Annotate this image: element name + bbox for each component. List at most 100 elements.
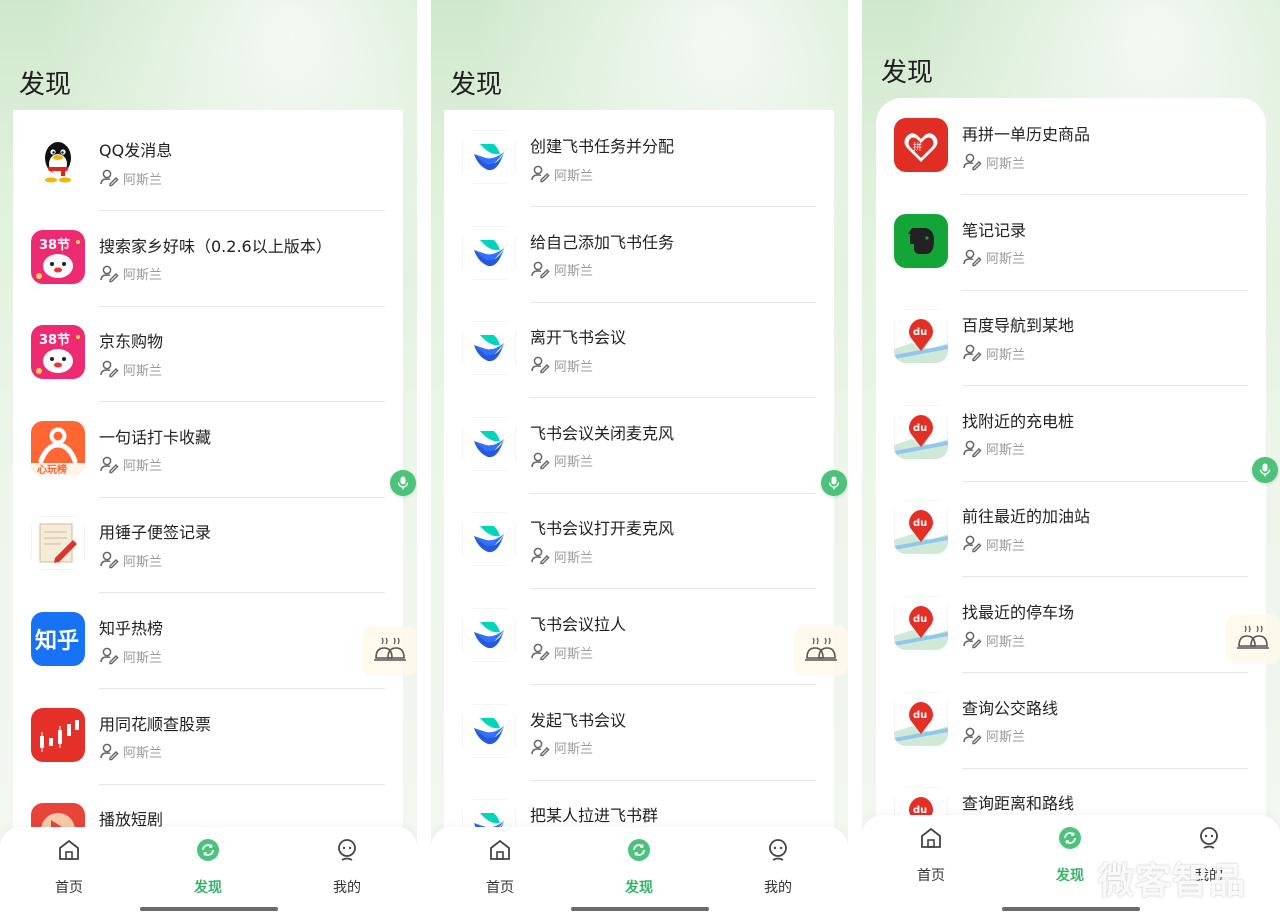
- list-item[interactable]: 离开飞书会议 阿斯兰: [444, 311, 834, 406]
- item-title: 搜索家乡好味（0.2.6以上版本）: [99, 236, 332, 256]
- list-item[interactable]: 给自己添加飞书任务 阿斯兰: [444, 216, 834, 311]
- author-name: 阿斯兰: [986, 156, 1026, 172]
- shortcut-list[interactable]: QQ发消息 阿斯兰 38节 搜索家乡好味（0.2.6以上版本） 阿斯兰 38节 京东购物 阿斯…: [13, 110, 403, 830]
- list-item[interactable]: 心玩榜 一句话打卡收藏 阿斯兰: [13, 411, 403, 506]
- item-author: 阿斯兰: [99, 646, 162, 666]
- list-item[interactable]: 38节 京东购物 阿斯兰: [13, 315, 403, 410]
- list-item[interactable]: 飞书会议拉人阿斯兰: [444, 598, 834, 693]
- tab-profile[interactable]: 我的: [302, 837, 392, 907]
- item-title: 创建飞书任务并分配: [530, 137, 675, 156]
- item-title: 找最近的停车场: [962, 603, 1075, 622]
- list-item[interactable]: QQ发消息 阿斯兰: [13, 124, 403, 219]
- list-item[interactable]: du 百度导航到某地 阿斯兰: [876, 299, 1266, 394]
- home-icon: [56, 837, 82, 863]
- author-name: 阿斯兰: [554, 168, 594, 184]
- list-item[interactable]: du 找最近的停车场 阿斯兰: [876, 586, 1266, 681]
- author-edit-icon: [99, 646, 119, 666]
- item-author: 阿斯兰: [530, 164, 593, 184]
- baidu-map-icon: du: [894, 404, 948, 459]
- voice-input-button[interactable]: [1252, 457, 1278, 483]
- item-title: 知乎热榜: [99, 619, 164, 638]
- microphone-icon: [828, 476, 840, 490]
- svg-text:du: du: [913, 710, 927, 721]
- item-title: 一句话打卡收藏: [99, 427, 212, 447]
- baidu-map-icon: du: [894, 500, 948, 555]
- item-title: 飞书会议拉人: [530, 615, 627, 634]
- assistant-float-button[interactable]: [1226, 614, 1280, 664]
- divider: [530, 492, 816, 494]
- tab-profile[interactable]: 我的: [733, 837, 823, 907]
- divider: [530, 206, 816, 207]
- feishu-icon: [462, 416, 516, 471]
- item-author: 阿斯兰: [530, 451, 593, 471]
- list-item[interactable]: du 找附近的充电桩 阿斯兰: [876, 395, 1266, 490]
- item-author: 阿斯兰: [962, 343, 1025, 363]
- author-name: 阿斯兰: [554, 550, 594, 566]
- assistant-float-button[interactable]: [363, 626, 417, 676]
- list-item[interactable]: 发起飞书会议 阿斯兰: [444, 694, 834, 789]
- steamed-bun-icon: [1237, 625, 1269, 649]
- list-item[interactable]: 创建飞书任务并分配阿斯兰: [444, 120, 834, 215]
- feishu-icon: [462, 321, 516, 376]
- author-name: 阿斯兰: [986, 443, 1026, 459]
- baidu-map-icon: du: [894, 309, 948, 364]
- author-edit-icon: [99, 455, 119, 475]
- assistant-float-button[interactable]: [794, 626, 848, 676]
- item-author: 阿斯兰: [530, 260, 593, 280]
- author-name: 阿斯兰: [554, 359, 594, 375]
- author-edit-icon: [962, 343, 982, 363]
- author-edit-icon: [530, 355, 550, 375]
- list-item[interactable]: 用锤子便签记录 阿斯兰: [13, 506, 403, 601]
- author-edit-icon: [99, 550, 119, 570]
- tab-discover[interactable]: 发现: [163, 837, 253, 907]
- divider: [962, 194, 1248, 195]
- item-author: 阿斯兰: [99, 550, 162, 570]
- tonghuashun-icon: [31, 707, 85, 762]
- svg-text:拼: 拼: [913, 141, 922, 153]
- voice-input-button[interactable]: [821, 470, 847, 496]
- smartisan-notes-icon: [31, 516, 85, 571]
- author-name: 阿斯兰: [986, 538, 1026, 554]
- tab-label: 发现: [625, 880, 653, 896]
- svg-text:心玩榜: 心玩榜: [37, 463, 67, 475]
- dianping-icon: 心玩榜: [31, 420, 85, 475]
- item-title: 给自己添加飞书任务: [530, 232, 675, 252]
- tab-label: 我的: [764, 880, 792, 896]
- item-title: 京东购物: [99, 332, 164, 352]
- list-item[interactable]: 飞书会议关闭麦克风 阿斯兰: [444, 407, 834, 502]
- list-item[interactable]: 用同花顺查股票 阿斯兰: [13, 698, 403, 793]
- list-item[interactable]: 笔记记录 阿斯兰: [876, 204, 1266, 299]
- list-item[interactable]: 拼 再拼一单历史商品 阿斯兰: [876, 108, 1266, 203]
- item-author: 阿斯兰: [530, 642, 593, 662]
- author-edit-icon: [962, 439, 982, 459]
- divider: [962, 672, 1248, 673]
- tab-home[interactable]: 首页: [455, 837, 545, 907]
- author-name: 阿斯兰: [554, 455, 594, 471]
- shortcut-list[interactable]: 创建飞书任务并分配 阿斯兰 给自己添加飞书任务 阿斯兰 离开飞书会议 阿斯兰 飞书会议关闭麦…: [444, 110, 834, 830]
- tab-home[interactable]: 首页: [886, 825, 976, 895]
- divider: [99, 688, 385, 689]
- feishu-icon: [462, 130, 516, 184]
- voice-input-button[interactable]: [390, 470, 416, 496]
- profile-icon: [1196, 825, 1222, 851]
- list-item[interactable]: 38节 搜索家乡好味（0.2.6以上版本） 阿斯兰: [13, 220, 403, 315]
- author-name: 阿斯兰: [986, 730, 1026, 746]
- list-item[interactable]: 知乎 知乎热榜 阿斯兰: [13, 602, 403, 697]
- item-author: 阿斯兰: [530, 355, 593, 375]
- item-title: 查询公交路线: [962, 698, 1059, 718]
- list-item[interactable]: du 前往最近的加油站 阿斯兰: [876, 490, 1266, 585]
- tab-discover[interactable]: 发现: [594, 837, 684, 907]
- list-item[interactable]: 播放短剧: [13, 793, 403, 830]
- item-title: 发起飞书会议: [530, 710, 627, 730]
- list-item[interactable]: 飞书会议打开麦克风 阿斯兰: [444, 502, 834, 597]
- tab-home[interactable]: 首页: [24, 837, 114, 907]
- list-item[interactable]: 把某人拉进飞书群阿斯兰: [444, 789, 834, 830]
- list-item[interactable]: du 查询公交路线阿斯兰: [876, 682, 1266, 777]
- author-name: 阿斯兰: [554, 646, 594, 662]
- item-title: 把某人拉进飞书群: [530, 806, 659, 826]
- microphone-icon: [1259, 463, 1271, 477]
- bottom-tab-bar: 首页 发现 我的: [431, 827, 848, 919]
- item-author: 阿斯兰: [99, 742, 162, 762]
- discover-screen-1: 发现 QQ发消息 阿斯兰 38节 搜索家乡好味（0.2.6以上版本） 阿斯兰 38节 京东购…: [0, 0, 417, 919]
- shortcut-list[interactable]: 拼再拼一单历史商品 阿斯兰 笔记记录 阿斯兰 du 百度导航到某地 阿斯兰 du 找附近的充电桩…: [876, 98, 1266, 830]
